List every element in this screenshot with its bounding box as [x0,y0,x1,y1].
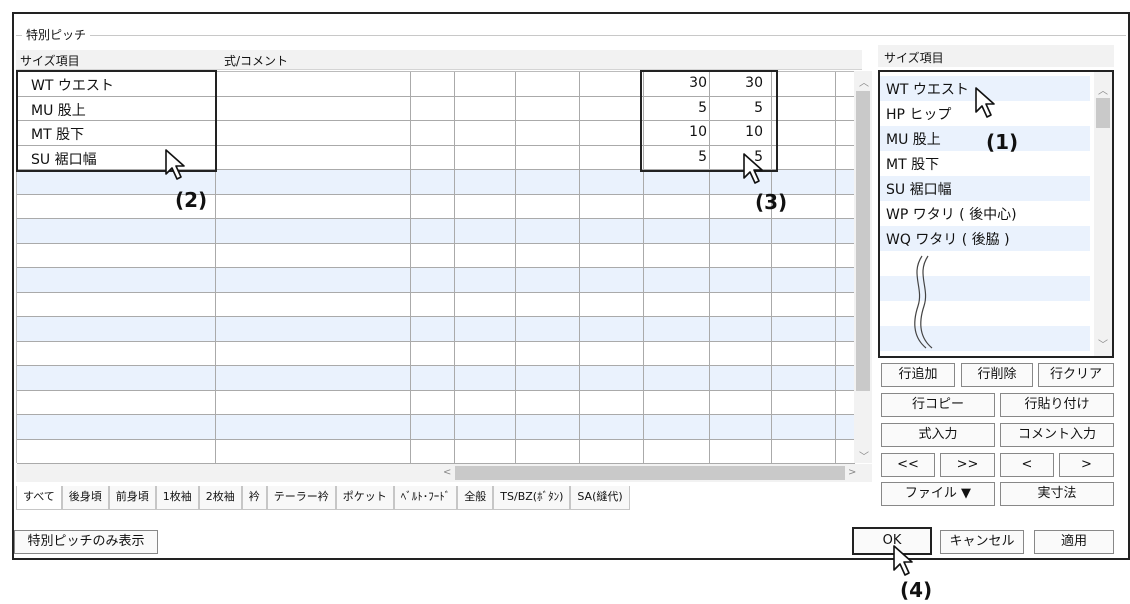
table-row[interactable] [17,440,855,464]
tab-collar[interactable]: 衿 [241,486,267,510]
paste-row-button[interactable]: 行貼り付け [1000,393,1114,417]
tab-two-piece-sleeve[interactable]: 2枚袖 [198,486,242,510]
table-row[interactable] [17,195,855,219]
size-column-header: サイズ項目 [20,54,80,68]
file-menu-button[interactable]: ファイル ▼ [881,482,995,506]
last-button[interactable]: >> [940,453,995,477]
tab-button[interactable]: TS/BZ(ﾎﾞﾀﾝ) [493,486,571,510]
callout-label-4: (4) [900,578,933,602]
tab-general[interactable]: 全般 [457,486,494,510]
tab-all[interactable]: すべて [16,486,62,510]
group-title: 特別ピッチ [22,26,91,43]
actual-size-button[interactable]: 実寸法 [1000,482,1114,506]
tab-one-piece-sleeve[interactable]: 1枚袖 [155,486,199,510]
mouse-cursor-icon [893,545,913,576]
list-item[interactable]: WP ワタリ ( 後中心) [880,201,1090,226]
table-row[interactable] [17,317,855,342]
callout-label-3: (3) [755,190,788,214]
callout-label-1: (1) [986,130,1019,154]
list-item[interactable]: WQ ワタリ ( 後脇 ) [880,226,1090,251]
mouse-cursor-icon [165,149,185,180]
category-tabs: すべて 後身頃 前身頃 1枚袖 2枚袖 衿 テーラー衿 ポケット ﾍﾞﾙﾄ･ﾌｰ… [16,486,630,510]
tab-pocket[interactable]: ポケット [335,486,394,510]
omission-marker-icon [914,255,933,349]
list-item[interactable]: MT 股下 [880,151,1090,176]
mouse-cursor-icon [743,153,763,184]
formula-column-header: 式/コメント [224,54,289,68]
cancel-button[interactable]: キャンセル [940,530,1024,554]
first-button[interactable]: << [881,453,935,477]
add-row-button[interactable]: 行追加 [881,363,955,387]
table-row[interactable] [17,293,855,317]
scroll-down-icon[interactable]: ﹀ [859,448,869,463]
table-row[interactable] [17,268,855,293]
copy-row-button[interactable]: 行コピー [881,393,995,417]
table-row[interactable] [17,391,855,415]
tab-front-body[interactable]: 前身頃 [108,486,156,510]
table-row[interactable] [17,366,855,391]
prev-button[interactable]: < [1000,453,1054,477]
tab-seam-allowance[interactable]: SA(縫代) [570,486,630,510]
delete-row-button[interactable]: 行削除 [961,363,1033,387]
table-row[interactable] [17,170,855,195]
next-button[interactable]: > [1059,453,1114,477]
mouse-cursor-icon [975,87,995,118]
apply-button[interactable]: 適用 [1034,530,1114,554]
column-divider [515,72,516,464]
clear-row-button[interactable]: 行クリア [1038,363,1114,387]
tab-back-body[interactable]: 後身頃 [61,486,109,510]
list-item[interactable]: MU 股上 [880,126,1090,151]
column-divider [410,72,411,464]
column-divider [579,72,580,464]
callout-label-2: (2) [175,188,208,212]
table-row[interactable] [17,244,855,268]
comment-input-button[interactable]: コメント入力 [1000,423,1114,447]
table-row[interactable] [17,415,855,440]
grid-horizontal-scroll-thumb[interactable] [455,466,845,480]
column-divider [835,72,836,464]
formula-input-button[interactable]: 式入力 [881,423,995,447]
grid-header: サイズ項目 式/コメント [16,50,862,70]
list-item[interactable]: SU 裾口幅 [880,176,1090,201]
tab-belt-hood[interactable]: ﾍﾞﾙﾄ･ﾌｰﾄﾞ [393,486,458,510]
column-divider [454,72,455,464]
grid-vertical-scroll-thumb[interactable] [856,91,870,391]
scroll-up-icon[interactable]: ︿ [1098,82,1108,97]
size-list-scroll-thumb[interactable] [1096,98,1110,128]
tab-tailored-collar[interactable]: テーラー衿 [266,486,336,510]
scroll-up-icon[interactable]: ︿ [859,74,869,89]
show-special-only-button[interactable]: 特別ピッチのみ表示 [14,530,158,554]
scroll-right-icon[interactable]: > [848,467,856,478]
scroll-left-icon[interactable]: < [443,467,451,478]
scroll-down-icon[interactable]: ﹀ [1098,336,1108,351]
table-row[interactable] [17,219,855,244]
table-row[interactable] [17,342,855,366]
size-list-header: サイズ項目 [878,45,1114,67]
